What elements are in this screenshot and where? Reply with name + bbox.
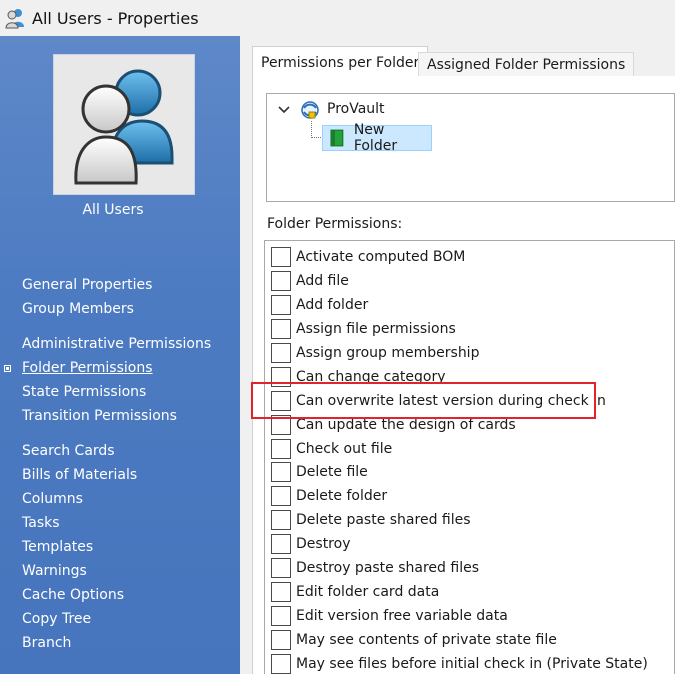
checkbox[interactable] bbox=[271, 343, 291, 363]
checkbox[interactable] bbox=[271, 630, 291, 650]
sidebar-item-administrative-permissions[interactable]: Administrative Permissions bbox=[22, 336, 211, 352]
permission-label: Delete file bbox=[296, 464, 368, 480]
list-item[interactable]: Delete folder bbox=[271, 485, 387, 507]
permission-label: Delete paste shared files bbox=[296, 512, 471, 528]
profile-label: All Users bbox=[82, 202, 144, 218]
tree-root-label[interactable]: ProVault bbox=[327, 101, 385, 117]
list-item[interactable]: Destroy bbox=[271, 533, 350, 555]
sidebar-item-general-properties[interactable]: General Properties bbox=[22, 277, 152, 293]
active-item-marker bbox=[4, 365, 11, 372]
permission-label: Check out file bbox=[296, 441, 393, 457]
list-item[interactable]: May see files before initial check in (P… bbox=[271, 653, 648, 674]
vault-icon bbox=[301, 101, 319, 119]
sidebar-item-bills-of-materials[interactable]: Bills of Materials bbox=[22, 467, 137, 483]
permission-label: Assign group membership bbox=[296, 345, 480, 361]
folder-tree[interactable]: ProVault New Folder bbox=[266, 93, 675, 202]
list-item[interactable]: Edit version free variable data bbox=[271, 605, 508, 627]
tab-permissions-per-folder[interactable]: Permissions per Folder bbox=[252, 46, 429, 76]
checkbox[interactable] bbox=[271, 367, 291, 387]
checkbox[interactable] bbox=[271, 558, 291, 578]
checkbox[interactable] bbox=[271, 486, 291, 506]
permission-label: May see contents of private state file bbox=[296, 632, 557, 648]
sidebar-item-transition-permissions[interactable]: Transition Permissions bbox=[22, 408, 177, 424]
folder-permissions-heading: Folder Permissions: bbox=[267, 216, 403, 232]
permission-label: Activate computed BOM bbox=[296, 249, 466, 265]
permission-label: May see files before initial check in (P… bbox=[296, 656, 648, 672]
sidebar-item-branch[interactable]: Branch bbox=[22, 635, 71, 651]
checkbox[interactable] bbox=[271, 439, 291, 459]
checkbox[interactable] bbox=[271, 319, 291, 339]
checkbox[interactable] bbox=[271, 415, 291, 435]
list-item[interactable]: Delete paste shared files bbox=[271, 509, 471, 531]
sidebar-item-folder-permissions[interactable]: Folder Permissions bbox=[22, 360, 153, 376]
sidebar-item-warnings[interactable]: Warnings bbox=[22, 563, 87, 579]
sidebar-item-group-members[interactable]: Group Members bbox=[22, 301, 134, 317]
checkbox[interactable] bbox=[271, 271, 291, 291]
checkbox[interactable] bbox=[271, 247, 291, 267]
tab-assigned-folder-permissions[interactable]: Assigned Folder Permissions bbox=[418, 52, 635, 76]
permission-label: Can overwrite latest version during chec… bbox=[296, 393, 606, 409]
list-item[interactable]: May see contents of private state file bbox=[271, 629, 557, 651]
list-item[interactable]: Assign file permissions bbox=[271, 318, 456, 340]
permission-label: Destroy paste shared files bbox=[296, 560, 479, 576]
window-title: All Users - Properties bbox=[32, 8, 199, 28]
permissions-list: Activate computed BOM Add file Add folde… bbox=[264, 240, 675, 674]
checkbox[interactable] bbox=[271, 462, 291, 482]
list-item[interactable]: Can change category bbox=[271, 366, 446, 388]
permission-label: Destroy bbox=[296, 536, 351, 552]
checkbox[interactable] bbox=[271, 391, 291, 411]
permission-label: Delete folder bbox=[296, 488, 388, 504]
permission-label: Add folder bbox=[296, 297, 369, 313]
checkbox[interactable] bbox=[271, 534, 291, 554]
list-item[interactable]: Assign group membership bbox=[271, 342, 479, 364]
list-item[interactable]: Check out file bbox=[271, 438, 392, 460]
folder-icon bbox=[330, 129, 344, 147]
sidebar-item-search-cards[interactable]: Search Cards bbox=[22, 443, 115, 459]
sidebar-item-cache-options[interactable]: Cache Options bbox=[22, 587, 124, 603]
list-item[interactable]: Delete file bbox=[271, 461, 368, 483]
list-item[interactable]: Add file bbox=[271, 270, 349, 292]
permission-label: Edit version free variable data bbox=[296, 608, 508, 624]
permission-label: Assign file permissions bbox=[296, 321, 456, 337]
list-item[interactable]: Can overwrite latest version during chec… bbox=[271, 390, 606, 412]
chevron-down-icon[interactable] bbox=[277, 103, 291, 117]
permission-label: Edit folder card data bbox=[296, 584, 440, 600]
users-group-icon bbox=[5, 9, 24, 29]
list-item[interactable]: Can update the design of cards bbox=[271, 414, 516, 436]
tree-item-selected[interactable]: New Folder bbox=[322, 122, 432, 154]
sidebar-item-columns[interactable]: Columns bbox=[22, 491, 83, 507]
permission-label: Can update the design of cards bbox=[296, 417, 516, 433]
list-item[interactable]: Destroy paste shared files bbox=[271, 557, 479, 579]
avatar bbox=[53, 54, 195, 195]
sidebar: All Users General Properties Group Membe… bbox=[0, 36, 240, 674]
sidebar-item-state-permissions[interactable]: State Permissions bbox=[22, 384, 146, 400]
checkbox[interactable] bbox=[271, 654, 291, 674]
list-item[interactable]: Activate computed BOM bbox=[271, 246, 465, 268]
list-item[interactable]: Add folder bbox=[271, 294, 368, 316]
checkbox[interactable] bbox=[271, 582, 291, 602]
user-group-avatar-icon bbox=[74, 69, 174, 185]
checkbox[interactable] bbox=[271, 510, 291, 530]
tree-item-label: New Folder bbox=[353, 122, 398, 154]
sidebar-item-tasks[interactable]: Tasks bbox=[22, 515, 60, 531]
permission-label: Add file bbox=[296, 273, 349, 289]
sidebar-item-copy-tree[interactable]: Copy Tree bbox=[22, 611, 91, 627]
title-bar: All Users - Properties bbox=[0, 0, 675, 36]
sidebar-item-templates[interactable]: Templates bbox=[22, 539, 93, 555]
checkbox[interactable] bbox=[271, 606, 291, 626]
permission-label: Can change category bbox=[296, 369, 446, 385]
checkbox[interactable] bbox=[271, 295, 291, 315]
list-item[interactable]: Edit folder card data bbox=[271, 581, 439, 603]
